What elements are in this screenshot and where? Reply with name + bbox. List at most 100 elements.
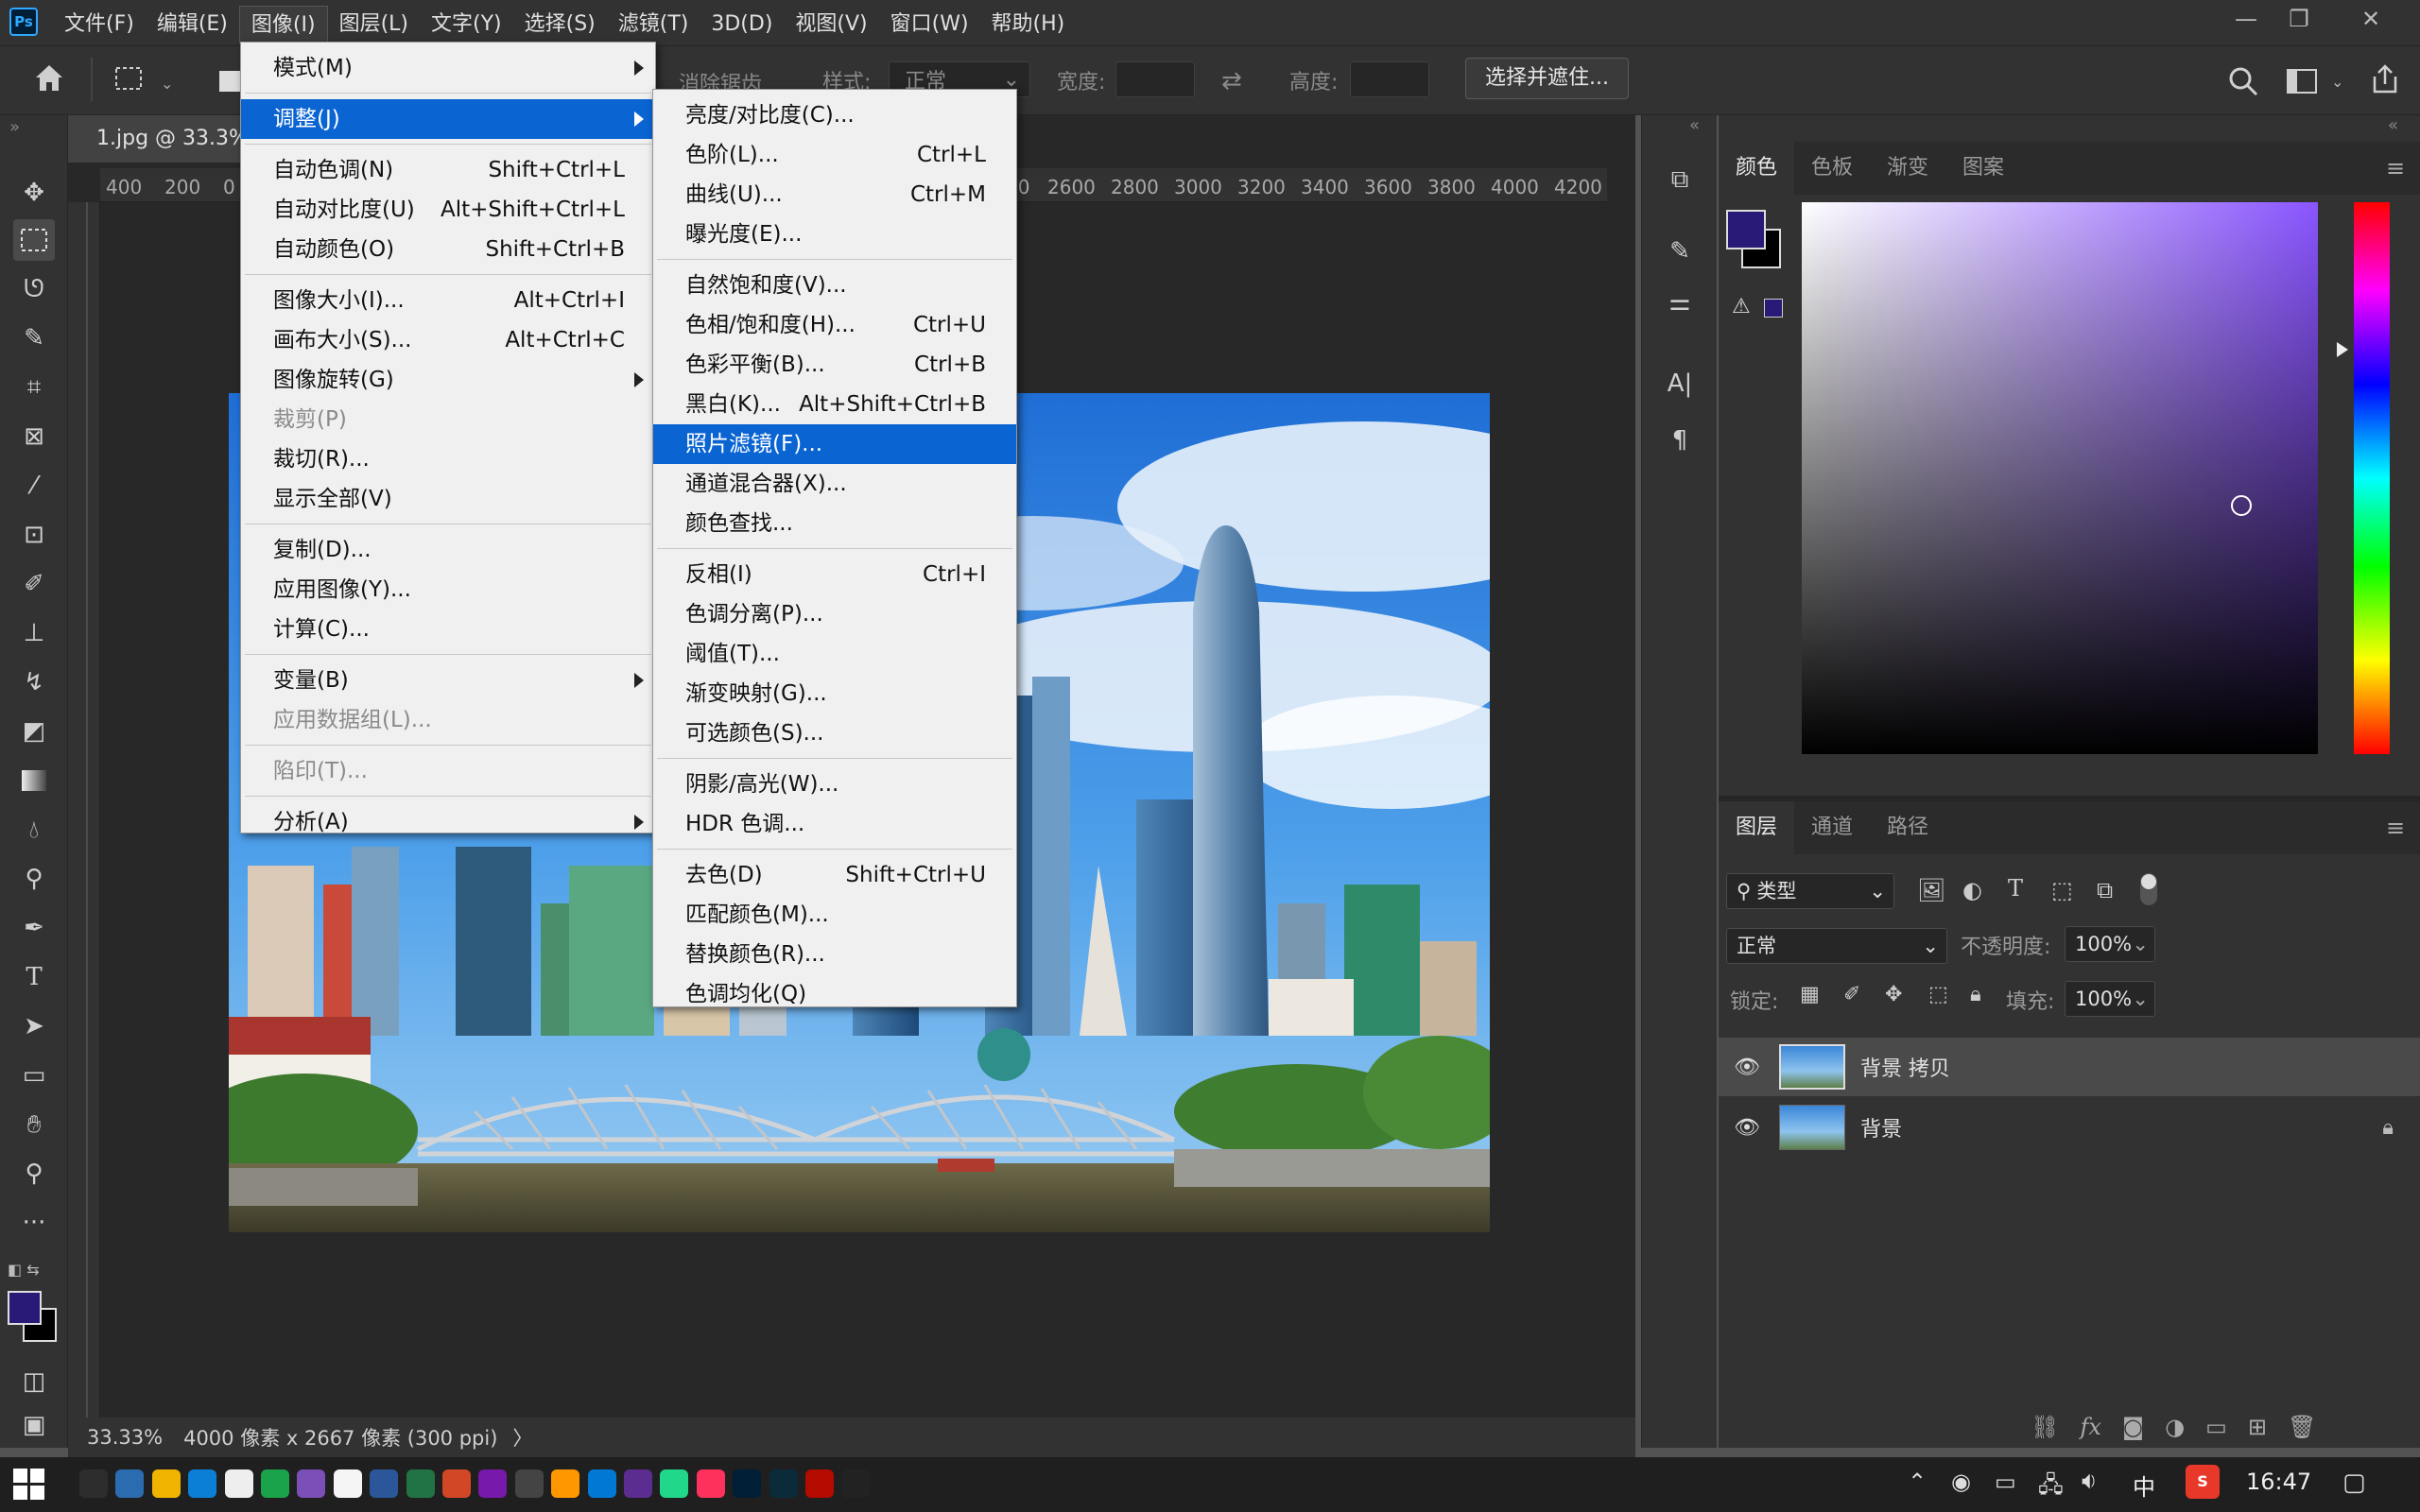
restore-button[interactable]: ❐ — [2269, 0, 2329, 38]
hand-tool-icon[interactable]: ✋︎ — [13, 1104, 55, 1145]
taskbar-files-icon[interactable] — [115, 1469, 145, 1498]
menu-1[interactable]: 编辑(E) — [146, 6, 239, 43]
hue-pointer[interactable] — [2337, 342, 2348, 357]
gamut-swatch[interactable] — [1764, 299, 1783, 318]
eye-icon[interactable]: 👁︎ — [1734, 1056, 1760, 1079]
search-icon[interactable] — [2227, 65, 2259, 97]
menu-item[interactable]: 阈值(T)... — [653, 634, 1016, 674]
healing-brush-tool-icon[interactable]: ⊡ — [13, 514, 55, 556]
color-tab-1[interactable]: 色板 — [1794, 142, 1870, 195]
color-picker-ring[interactable] — [2231, 495, 2252, 516]
home-icon[interactable] — [32, 61, 66, 95]
blend-mode-select[interactable]: 正常 ⌄ — [1726, 928, 1947, 964]
width-input[interactable] — [1115, 61, 1195, 97]
layer-style-icon[interactable]: fx — [2080, 1414, 2100, 1440]
taskbar-excel-icon[interactable] — [406, 1469, 435, 1498]
taskbar-pycharm-icon[interactable] — [224, 1469, 253, 1498]
taskbar-dev-icon[interactable] — [514, 1469, 544, 1498]
menu-item[interactable]: 颜色查找... — [653, 504, 1016, 543]
layers-tab-1[interactable]: 通道 — [1794, 801, 1870, 854]
taskbar-word-icon[interactable] — [370, 1469, 399, 1498]
taskbar-chrome-icon[interactable] — [188, 1469, 217, 1498]
taskbar-onenote-icon[interactable] — [478, 1469, 508, 1498]
hue-slider[interactable] — [2354, 202, 2390, 754]
minimize-button[interactable]: — — [2216, 0, 2276, 38]
menu-item[interactable]: 色彩平衡(B)... Ctrl+B — [653, 345, 1016, 385]
menu-item[interactable]: 模式(M) — [241, 48, 655, 88]
panel-menu-icon[interactable]: ≡ — [2386, 815, 2405, 841]
close-button[interactable]: ✕ — [2341, 0, 2401, 38]
swap-icon[interactable]: ⇄ — [1221, 67, 1242, 95]
battery-icon[interactable]: ▭ — [1995, 1469, 2016, 1495]
new-group-icon[interactable]: ▭ — [2205, 1414, 2227, 1440]
pen-tool-icon[interactable]: ✒ — [13, 907, 55, 949]
tray-expand-icon[interactable]: ⌃ — [1908, 1469, 1927, 1495]
menu-item[interactable]: 调整(J) — [241, 99, 655, 139]
eye-icon[interactable]: 👁︎ — [1734, 1116, 1760, 1140]
height-input[interactable] — [1350, 61, 1429, 97]
menu-item[interactable]: 通道混合器(X)... — [653, 464, 1016, 504]
menu-0[interactable]: 文件(F) — [53, 6, 146, 43]
paragraph-panel-icon[interactable]: ¶ — [1659, 420, 1701, 461]
menu-item[interactable]: 反相(I) Ctrl+I — [653, 555, 1016, 594]
menu-item[interactable]: 自动对比度(U) Alt+Shift+Ctrl+L — [241, 190, 655, 230]
adjustment-layer-icon[interactable]: ◑ — [2165, 1414, 2185, 1440]
brushes-panel-icon[interactable]: ✎ — [1659, 231, 1701, 272]
clone-stamp-tool-icon[interactable]: ⊥ — [13, 612, 55, 654]
menu-item[interactable]: 曝光度(E)... — [653, 215, 1016, 254]
sogou-ime-icon[interactable]: S — [2186, 1465, 2220, 1499]
add-mask-icon[interactable]: ◙ — [2122, 1414, 2144, 1440]
chevron-down-icon[interactable]: ⌄ — [161, 75, 173, 93]
marquee-tool-icon[interactable] — [13, 219, 55, 261]
menu-item[interactable]: 自动颜色(O) Shift+Ctrl+B — [241, 230, 655, 269]
brush-tool-icon[interactable]: ✐ — [13, 563, 55, 605]
type-tool-icon[interactable]: T — [13, 956, 55, 998]
menu-item[interactable]: 色阶(L)... Ctrl+L — [653, 135, 1016, 175]
fill-input[interactable]: 100% ⌄ — [2065, 981, 2155, 1017]
select-and-mask-button[interactable]: 选择并遮住... — [1465, 58, 1629, 99]
menu-item[interactable]: 色调分离(P)... — [653, 594, 1016, 634]
menu-7[interactable]: 3D(D) — [700, 6, 784, 43]
eyedropper-tool-icon[interactable]: ⁄ — [13, 465, 55, 507]
menu-item[interactable]: 渐变映射(G)... — [653, 674, 1016, 713]
lasso-tool-icon[interactable]: ᘎ — [13, 268, 55, 310]
lock-pixels-icon[interactable]: ✐ — [1843, 983, 1860, 1006]
new-selection-icon[interactable] — [219, 71, 240, 92]
lock-transparent-icon[interactable]: ▦ — [1800, 983, 1820, 1006]
path-selection-tool-icon[interactable]: ➤ — [13, 1005, 55, 1047]
network-icon[interactable]: 🖧︎ — [2038, 1469, 2064, 1507]
color-tab-3[interactable]: 图案 — [1945, 142, 2021, 195]
history-panel-icon[interactable]: ⧉ — [1659, 159, 1701, 200]
filter-pixel-icon[interactable]: 🖼︎ — [1917, 877, 1945, 903]
collapse-panels-icon[interactable]: « — [1689, 115, 1700, 135]
new-layer-icon[interactable]: ⊞ — [2248, 1414, 2267, 1440]
taskbar-ps-icon[interactable] — [733, 1469, 762, 1498]
zoom-tool-icon[interactable]: ⚲ — [13, 1153, 55, 1194]
windows-start-icon[interactable] — [13, 1469, 45, 1501]
share-icon[interactable] — [2369, 63, 2401, 95]
menu-item[interactable]: 变量(B) — [241, 661, 655, 700]
menu-item[interactable]: 分析(A) — [241, 802, 655, 842]
frame-tool-icon[interactable]: ⊠ — [13, 416, 55, 457]
menu-5[interactable]: 选择(S) — [513, 6, 607, 43]
menu-item[interactable]: 画布大小(S)... Alt+Ctrl+C — [241, 320, 655, 360]
lock-position-icon[interactable]: ✥ — [1885, 983, 1902, 1006]
quick-mask-icon[interactable]: ◫ — [13, 1361, 55, 1402]
document-tab[interactable]: 1.jpg @ 33.3% — [68, 115, 248, 163]
ime-indicator[interactable]: 中 — [2133, 1469, 2155, 1502]
workspace-icon[interactable] — [2286, 67, 2320, 95]
menu-item[interactable]: HDR 色调... — [653, 804, 1016, 844]
move-tool-icon[interactable]: ✥ — [13, 172, 55, 214]
foreground-color-swatch[interactable] — [1726, 210, 1766, 249]
menu-9[interactable]: 窗口(W) — [879, 6, 980, 43]
color-tab-0[interactable]: 颜色 — [1719, 142, 1795, 195]
menu-item[interactable]: 色调均化(Q) — [653, 974, 1016, 1014]
menu-item[interactable]: 应用图像(Y)... — [241, 570, 655, 610]
layers-tab-2[interactable]: 路径 — [1870, 801, 1945, 854]
lock-all-icon[interactable]: 🔒︎ — [1970, 983, 1981, 1006]
filter-type-icon[interactable]: T — [2008, 875, 2023, 902]
layer-filter-select[interactable]: ⚲ 类型 ⌄ — [1726, 873, 1894, 909]
gradient-tool-icon[interactable] — [13, 760, 55, 801]
layer-row[interactable]: 👁︎ 背景 拷贝 — [1719, 1038, 2420, 1096]
default-colors-icon[interactable]: ◧ ⇆ — [8, 1261, 40, 1279]
